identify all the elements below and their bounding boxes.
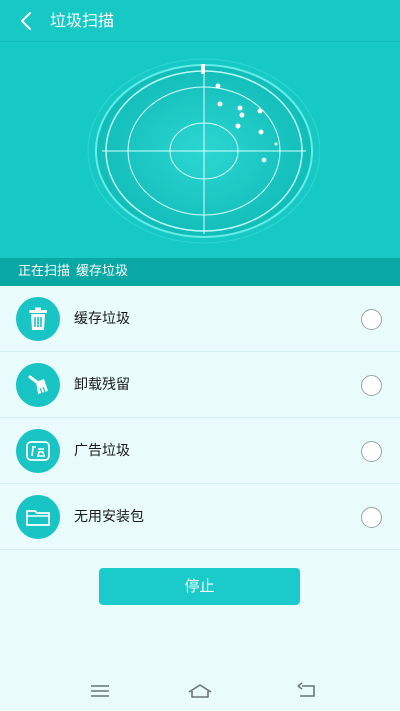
ad-icon xyxy=(16,429,60,473)
title-bar: 垃圾扫描 xyxy=(0,0,400,42)
page-title: 垃圾扫描 xyxy=(50,11,115,30)
select-radio[interactable] xyxy=(361,309,382,330)
scan-status-prefix: 正在扫描 xyxy=(18,264,71,279)
radar-scanner-graphic xyxy=(87,58,320,244)
back-button[interactable] xyxy=(10,6,42,36)
junk-category-list: 缓存垃圾 卸载残留 广告垃圾 无用安装包 xyxy=(0,286,400,550)
select-radio[interactable] xyxy=(361,441,382,462)
stop-button[interactable]: 停止 xyxy=(99,568,300,605)
list-item-useless-apk[interactable]: 无用安装包 xyxy=(0,484,400,550)
list-item-cache-junk[interactable]: 缓存垃圾 xyxy=(0,286,400,352)
list-item-label: 无用安装包 xyxy=(74,509,144,525)
list-item-uninstall-residue[interactable]: 卸载残留 xyxy=(0,352,400,418)
scan-status-item: 缓存垃圾 xyxy=(76,264,129,279)
menu-icon[interactable] xyxy=(86,680,114,702)
list-item-ad-junk[interactable]: 广告垃圾 xyxy=(0,418,400,484)
list-item-label: 广告垃圾 xyxy=(74,443,130,459)
chevron-left-icon xyxy=(21,12,31,30)
back-arrow-icon[interactable] xyxy=(292,680,320,702)
home-icon[interactable] xyxy=(186,680,214,702)
broom-icon xyxy=(16,363,60,407)
select-radio[interactable] xyxy=(361,507,382,528)
header-panel: 垃圾扫描 xyxy=(0,0,400,258)
system-nav-bar xyxy=(0,672,400,711)
scan-status-bar: 正在扫描 缓存垃圾 xyxy=(0,258,400,286)
list-item-label: 卸载残留 xyxy=(74,377,130,393)
trash-can-icon xyxy=(16,297,60,341)
folder-icon xyxy=(16,495,60,539)
list-item-label: 缓存垃圾 xyxy=(74,311,130,327)
select-radio[interactable] xyxy=(361,375,382,396)
